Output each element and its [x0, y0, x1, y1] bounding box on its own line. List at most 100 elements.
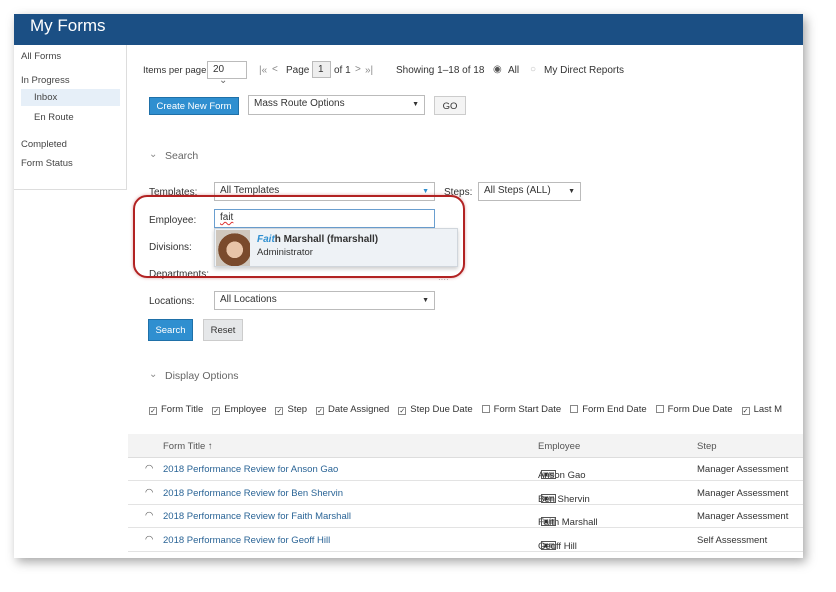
sidebar-item-in-progress[interactable]: In Progress: [21, 75, 70, 86]
items-per-page-select[interactable]: 20 ⌄: [207, 61, 247, 86]
sidebar-item-inbox[interactable]: Inbox: [21, 89, 120, 106]
create-new-form-button[interactable]: Create New Form: [149, 97, 239, 115]
prev-page-icon[interactable]: <: [272, 64, 278, 75]
locations-label: Locations:: [149, 296, 195, 307]
step-cell: Manager Assessment: [697, 464, 789, 475]
sidebar-item-en-route[interactable]: En Route: [34, 112, 74, 123]
last-page-icon[interactable]: »|: [365, 65, 373, 76]
form-title-link[interactable]: 2018 Performance Review for Faith Marsha…: [163, 511, 351, 522]
page-input[interactable]: 1: [312, 61, 331, 78]
sidebar-item-form-status[interactable]: Form Status: [21, 158, 73, 169]
display-option-label: Form Start Date: [493, 404, 562, 415]
main-content: Items per page 20 ⌄ |« < Page 1 of 1 > »…: [128, 45, 803, 558]
table-row[interactable]: ◠ 2018 Performance Review for Geoff Hill…: [128, 529, 803, 552]
items-per-page-label: Items per page: [143, 65, 207, 76]
display-option-label: Last M: [753, 404, 783, 415]
search-button[interactable]: Search: [148, 319, 193, 341]
chevron-down-icon: ⌄: [219, 75, 228, 86]
page-label: Page: [286, 65, 310, 76]
dropdown-arrow-icon: ▼: [422, 297, 429, 304]
dropdown-arrow-icon: ▼: [422, 188, 429, 195]
checkbox[interactable]: ✓: [741, 407, 750, 415]
checkbox[interactable]: ✓: [398, 407, 407, 415]
gauge-icon: ◠: [145, 463, 154, 474]
page-count: of 1: [334, 65, 351, 76]
gauge-icon: ◠: [145, 533, 154, 545]
highlight-annotation: [133, 195, 465, 278]
display-option[interactable]: ✓ Date Assigned: [316, 404, 389, 415]
display-option-label: Form End Date: [582, 404, 647, 415]
page-title: My Forms: [14, 14, 803, 45]
reset-button[interactable]: Reset: [203, 319, 243, 341]
display-option[interactable]: ✓ Form Title: [149, 404, 203, 415]
table-row[interactable]: ◠ 2018 Performance Review for Ben Shervi…: [128, 482, 803, 505]
display-option[interactable]: ✓ Employee: [212, 404, 266, 415]
step-cell: Manager Assessment: [697, 487, 789, 499]
go-button[interactable]: GO: [434, 96, 466, 115]
locations-value: All Locations: [220, 294, 277, 305]
radio-all[interactable]: ◉: [493, 64, 502, 75]
forms-table: ◠ 2018 Performance Review for Anson Gao …: [128, 458, 803, 558]
display-option-label: Step Due Date: [410, 404, 473, 415]
display-option-label: Form Due Date: [667, 404, 733, 415]
checkbox[interactable]: [655, 405, 664, 413]
steps-value: All Steps (ALL): [484, 185, 551, 196]
form-title-link[interactable]: 2018 Performance Review for Ben Shervin: [163, 488, 343, 499]
showing-count: Showing 1–18 of 18: [396, 65, 485, 76]
display-option-label: Step: [287, 404, 308, 415]
chevron-down-icon[interactable]: ⌄: [149, 369, 157, 380]
display-option[interactable]: Form Start Date: [481, 404, 562, 415]
display-option[interactable]: Form Due Date: [655, 404, 733, 415]
checkbox[interactable]: ✓: [316, 407, 325, 415]
contact-card-icon[interactable]: ▣▤: [541, 540, 557, 550]
search-section-toggle[interactable]: Search: [165, 150, 198, 162]
sidebar-item-completed[interactable]: Completed: [21, 139, 67, 150]
display-option-label: Employee: [224, 404, 267, 415]
display-options-list: ✓ Form Title ✓ Employee ✓ Step ✓ Date Assigned ✓…: [149, 404, 791, 415]
chevron-down-icon[interactable]: ⌄: [149, 149, 157, 160]
display-options-toggle[interactable]: Display Options: [165, 370, 239, 382]
column-form-title[interactable]: Form Title ↑: [163, 441, 213, 452]
items-per-page-value: 20: [213, 64, 225, 75]
column-step[interactable]: Step: [697, 441, 717, 452]
locations-select[interactable]: All Locations ▼: [214, 291, 435, 310]
checkbox[interactable]: [481, 405, 490, 413]
gauge-icon: ◠: [145, 486, 154, 498]
checkbox[interactable]: ✓: [212, 407, 221, 415]
step-cell: Manager Assessment: [697, 511, 789, 522]
display-option[interactable]: ✓ Step: [275, 404, 307, 415]
table-row[interactable]: ◠ 2018 Performance Review for Jada Baker…: [128, 552, 803, 558]
radio-all-label: All: [508, 65, 520, 76]
forms-window: My Forms All Forms In Progress Inbox En …: [14, 14, 803, 558]
display-option[interactable]: ✓ Last M: [741, 404, 783, 415]
checkbox[interactable]: ✓: [149, 407, 157, 415]
display-option-label: Form Title: [161, 404, 204, 415]
gauge-icon: ◠: [145, 510, 154, 521]
column-employee[interactable]: Employee: [538, 441, 580, 452]
table-row[interactable]: ◠ 2018 Performance Review for Anson Gao …: [128, 458, 803, 481]
checkbox[interactable]: ✓: [275, 407, 284, 415]
dropdown-arrow-icon: ▼: [412, 101, 419, 108]
display-option[interactable]: Form End Date: [570, 404, 647, 415]
sidebar: All Forms In Progress Inbox En Route Com…: [14, 45, 127, 190]
contact-card-icon[interactable]: ▣▤: [541, 493, 557, 503]
dropdown-arrow-icon: ▼: [568, 188, 575, 195]
form-title-link[interactable]: 2018 Performance Review for Geoff Hill: [163, 535, 330, 546]
mass-route-select[interactable]: Mass Route Options ▼: [248, 95, 425, 115]
step-cell: Self Assessment: [697, 534, 768, 546]
checkbox[interactable]: [570, 405, 579, 413]
gauge-icon: ◠: [145, 557, 153, 558]
radio-direct-reports[interactable]: ○: [530, 64, 536, 75]
mass-route-value: Mass Route Options: [254, 98, 345, 109]
table-row[interactable]: ◠ 2018 Performance Review for Faith Mars…: [128, 505, 803, 528]
contact-card-icon[interactable]: ▣▤: [541, 470, 557, 479]
display-option[interactable]: ✓ Step Due Date: [398, 404, 473, 415]
next-page-icon[interactable]: >: [355, 64, 361, 75]
form-title-link[interactable]: 2018 Performance Review for Anson Gao: [163, 464, 338, 475]
steps-select[interactable]: All Steps (ALL) ▼: [478, 182, 581, 201]
sidebar-item-all-forms[interactable]: All Forms: [21, 51, 61, 62]
table-header: Form Title ↑ Employee Step: [128, 434, 803, 458]
first-page-icon[interactable]: |«: [259, 65, 267, 76]
radio-direct-reports-label: My Direct Reports: [544, 65, 625, 76]
contact-card-icon[interactable]: ▣▤: [541, 517, 557, 526]
